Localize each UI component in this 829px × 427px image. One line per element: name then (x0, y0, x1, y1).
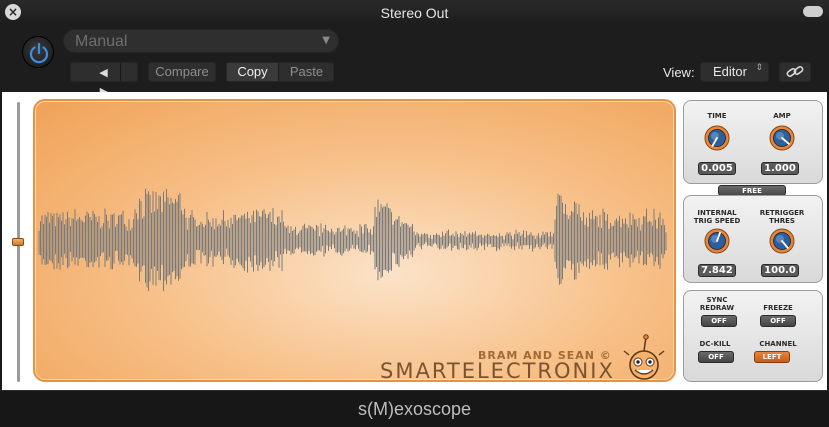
brand-name: SMARTELECTRONIX (380, 359, 615, 383)
copy-button[interactable]: Copy (227, 63, 279, 81)
time-label: TIME (707, 112, 727, 120)
time-value[interactable]: 0.005 (698, 162, 736, 175)
plugin-name: s(M)exoscope (357, 399, 472, 419)
freeze-label: FREEZE (763, 304, 793, 312)
plugin-body: BRAM AND SEAN © SMARTELECTRONIX TIME AMP… (2, 92, 827, 390)
channel-toggle[interactable]: LEFT (754, 351, 790, 363)
trig-speed-knob[interactable] (704, 228, 730, 254)
copy-paste-group: Copy Paste (226, 62, 334, 82)
updown-arrows-icon: ⇕ (755, 63, 763, 73)
level-slider-thumb[interactable] (12, 238, 24, 246)
retrigger-label: RETRIGGER THRES (747, 209, 817, 225)
preset-value: Manual (75, 33, 128, 50)
title-bar: × Stereo Out (0, 0, 829, 26)
retrigger-label-line2: THRES (769, 217, 795, 225)
paste-button[interactable]: Paste (280, 63, 333, 81)
trig-speed-label-line1: INTERNAL (697, 209, 737, 217)
window-title: Stereo Out (380, 5, 449, 21)
power-icon (29, 42, 49, 64)
footer: s(M)exoscope (0, 390, 829, 427)
amp-value[interactable]: 1.000 (761, 162, 799, 175)
dc-kill-label: DC-KILL (699, 340, 731, 348)
amp-label: AMP (773, 112, 791, 120)
power-button[interactable] (22, 36, 54, 68)
sync-redraw-label-line1: SYNC (706, 296, 728, 304)
oscilloscope-display: BRAM AND SEAN © SMARTELECTRONIX (33, 99, 676, 383)
mascot-icon (623, 334, 665, 380)
amp-knob[interactable] (769, 125, 795, 151)
chevron-down-icon: ▼ (322, 35, 330, 46)
trig-speed-value[interactable]: 7.842 (698, 264, 736, 277)
divider (120, 63, 121, 81)
compare-button[interactable]: Compare (148, 62, 216, 82)
channel-label: CHANNEL (759, 340, 797, 348)
view-dropdown[interactable]: Editor ⇕ (700, 62, 769, 82)
retrigger-knob[interactable] (769, 228, 795, 254)
dc-kill-toggle[interactable]: OFF (698, 351, 734, 363)
preset-dropdown[interactable]: Manual ▼ (63, 29, 339, 53)
link-icon (786, 66, 804, 77)
sync-redraw-label-line2: REDRAW (699, 304, 735, 312)
sync-redraw-label: SYNC REDRAW (682, 296, 752, 312)
freeze-toggle[interactable]: OFF (760, 315, 796, 327)
waveform-trace (38, 188, 667, 292)
waveform (38, 188, 667, 292)
link-button[interactable] (779, 62, 811, 82)
retrigger-value[interactable]: 100.0 (761, 264, 799, 277)
plugin-header: Manual ▼ ◀▶ Compare Copy Paste View: Edi… (0, 26, 829, 98)
view-label: View: (663, 65, 695, 80)
previous-preset-button[interactable]: ◀ (87, 64, 120, 82)
preset-nav: ◀▶ (70, 62, 138, 98)
trig-speed-label-line2: TRIG SPEED (693, 217, 741, 225)
sync-redraw-toggle[interactable]: OFF (701, 315, 737, 327)
resize-icon[interactable] (803, 6, 823, 17)
time-knob[interactable] (704, 125, 730, 151)
trig-speed-label: INTERNAL TRIG SPEED (682, 209, 752, 225)
retrigger-label-line1: RETRIGGER (759, 209, 805, 217)
view-value: Editor (713, 64, 747, 79)
